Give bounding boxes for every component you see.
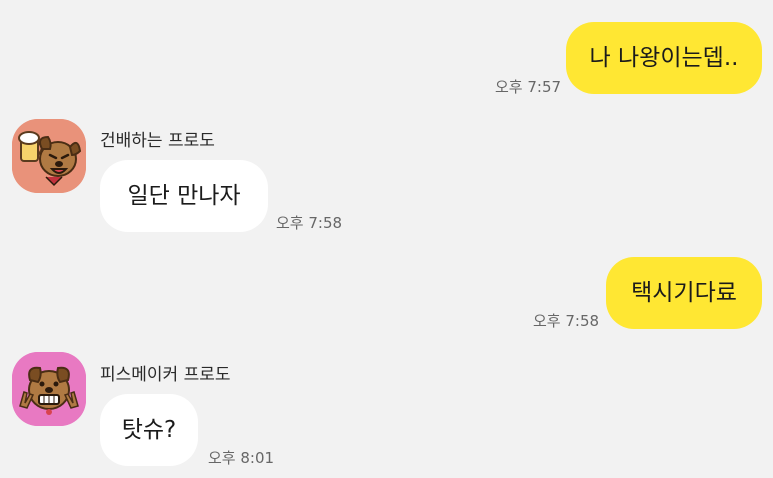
chat-message-list[interactable]: 오후 7:57 나 나왕이는뎁.. 건배하는 프로도 일단 만나자 오후 7:5… <box>0 0 773 478</box>
their-message-bubble[interactable]: 일단 만나자 <box>100 160 268 232</box>
their-message-bubble[interactable]: 탓슈? <box>100 394 198 466</box>
sender-name: 건배하는 프로도 <box>100 131 215 151</box>
frodo-toast-avatar-icon <box>12 119 86 193</box>
frodo-peace-avatar-icon <box>12 352 86 426</box>
message-time: 오후 7:58 <box>276 214 343 232</box>
frodo-toast-avatar-icon[interactable] <box>12 119 86 193</box>
my-message-bubble[interactable]: 나 나왕이는뎁.. <box>566 22 762 94</box>
sender-name: 피스메이커 프로도 <box>100 365 231 385</box>
message-time: 오후 8:01 <box>208 449 275 467</box>
my-message-bubble[interactable]: 택시기다료 <box>606 257 762 329</box>
message-time: 오후 7:57 <box>495 78 562 96</box>
message-time: 오후 7:58 <box>533 312 600 330</box>
frodo-peace-avatar-icon[interactable] <box>12 352 86 426</box>
